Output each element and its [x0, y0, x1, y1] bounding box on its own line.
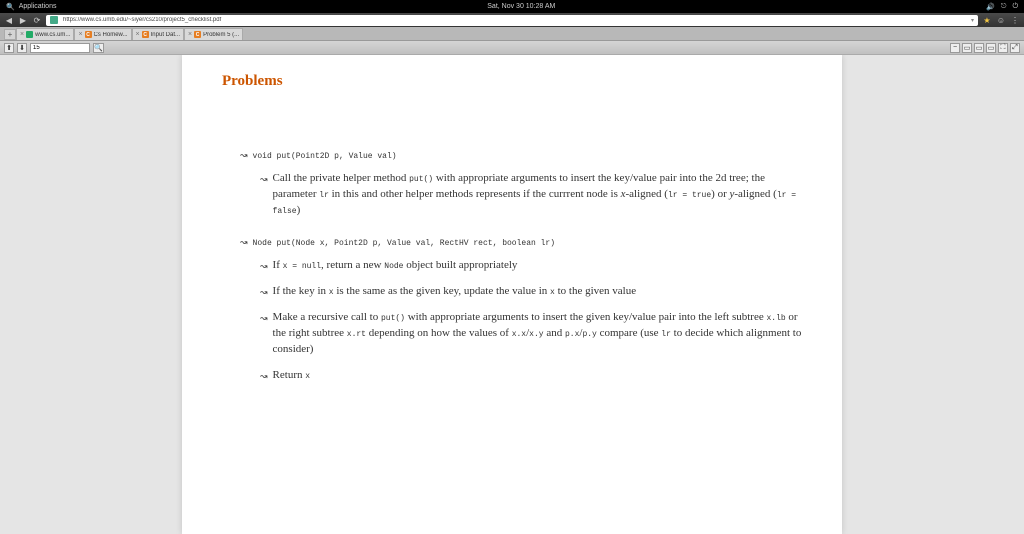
tab-item[interactable]: × C Problem 5 (...: [184, 28, 243, 40]
bullet-item: ↝ If x = null, return a new Node object …: [260, 258, 802, 274]
back-button[interactable]: ◀: [4, 15, 14, 25]
fullscreen-button[interactable]: ⛶: [998, 43, 1008, 53]
bookmark-star-icon[interactable]: ★: [982, 15, 992, 25]
arrow-icon: ↝: [260, 260, 267, 274]
power-icon[interactable]: ⏻: [1012, 3, 1018, 11]
lock-icon: [50, 16, 58, 24]
browser-nav: ◀ ▶ ⟳ ▾ ★ ☺ ⋮: [0, 13, 1024, 27]
favicon-icon: C: [85, 31, 92, 38]
clock: Sat, Nov 30 10:28 AM: [56, 3, 986, 10]
close-icon[interactable]: ×: [188, 31, 192, 38]
arrow-icon: ↝: [240, 150, 247, 160]
method-signature: ↝void put(Point2D p, Value val): [240, 150, 802, 161]
page-number-input[interactable]: [30, 43, 90, 53]
page-title: Problems: [222, 73, 802, 90]
pdf-page: Problems ↝void put(Point2D p, Value val)…: [182, 55, 842, 534]
expand-button[interactable]: ⤢: [1010, 43, 1020, 53]
tab-strip: + × www.cs.um... × C Cs Homew... × C Inp…: [0, 27, 1024, 41]
tab-label: Problem 5 (...: [203, 32, 239, 38]
view-toggle2-button[interactable]: ▭: [974, 43, 984, 53]
os-top-bar: 🔍 Applications Sat, Nov 30 10:28 AM 🔊 ⎋ …: [0, 0, 1024, 13]
close-icon[interactable]: ×: [20, 31, 24, 38]
arrow-icon: ↝: [240, 237, 247, 247]
favicon-icon: [26, 31, 33, 38]
new-tab-button[interactable]: +: [4, 29, 16, 40]
bullet-item: ↝ If the key in x is the same as the giv…: [260, 284, 802, 300]
bullet-item: ↝ Call the private helper method put() w…: [260, 171, 802, 219]
tab-label: www.cs.um...: [35, 32, 70, 38]
document-viewport[interactable]: Problems ↝void put(Point2D p, Value val)…: [0, 55, 1024, 534]
bluetooth-icon[interactable]: ⎋: [1001, 3, 1007, 11]
url-bar[interactable]: ▾: [46, 15, 978, 26]
find-button[interactable]: 🔍: [93, 43, 104, 53]
zoom-out-button[interactable]: −: [950, 43, 960, 53]
dropdown-icon[interactable]: ▾: [971, 17, 974, 24]
method-signature: ↝Node put(Node x, Point2D p, Value val, …: [240, 237, 802, 248]
url-input[interactable]: [61, 16, 971, 24]
close-icon[interactable]: ×: [78, 31, 82, 38]
menu-icon[interactable]: ⋮: [1010, 15, 1020, 25]
tab-item[interactable]: × www.cs.um...: [16, 28, 74, 40]
close-icon[interactable]: ×: [136, 31, 140, 38]
arrow-icon: ↝: [260, 286, 267, 300]
menu-smiley-icon[interactable]: ☺: [996, 15, 1006, 25]
favicon-icon: C: [194, 31, 201, 38]
tab-item[interactable]: × C Input Dat...: [132, 28, 184, 40]
favicon-icon: C: [142, 31, 149, 38]
reload-button[interactable]: ⟳: [32, 15, 42, 25]
volume-icon[interactable]: 🔊: [986, 3, 995, 11]
pdf-toolbar: ⬆ ⬇ 🔍 − ▭ ▭ ▭ ⛶ ⤢: [0, 41, 1024, 55]
tab-item[interactable]: × C Cs Homew...: [74, 28, 131, 40]
forward-button[interactable]: ▶: [18, 15, 28, 25]
page-down-button[interactable]: ⬇: [17, 43, 27, 53]
bullet-item: ↝ Make a recursive call to put() with ap…: [260, 310, 802, 358]
tab-label: Cs Homew...: [94, 32, 128, 38]
arrow-icon: ↝: [260, 173, 267, 219]
page-up-button[interactable]: ⬆: [4, 43, 14, 53]
view-toggle-button[interactable]: ▭: [962, 43, 972, 53]
search-icon: 🔍: [6, 3, 15, 11]
arrow-icon: ↝: [260, 370, 267, 384]
bullet-item: ↝ Return x: [260, 368, 802, 384]
arrow-icon: ↝: [260, 312, 267, 358]
view-toggle3-button[interactable]: ▭: [986, 43, 996, 53]
tab-label: Input Dat...: [151, 32, 180, 38]
applications-label[interactable]: Applications: [19, 3, 57, 10]
